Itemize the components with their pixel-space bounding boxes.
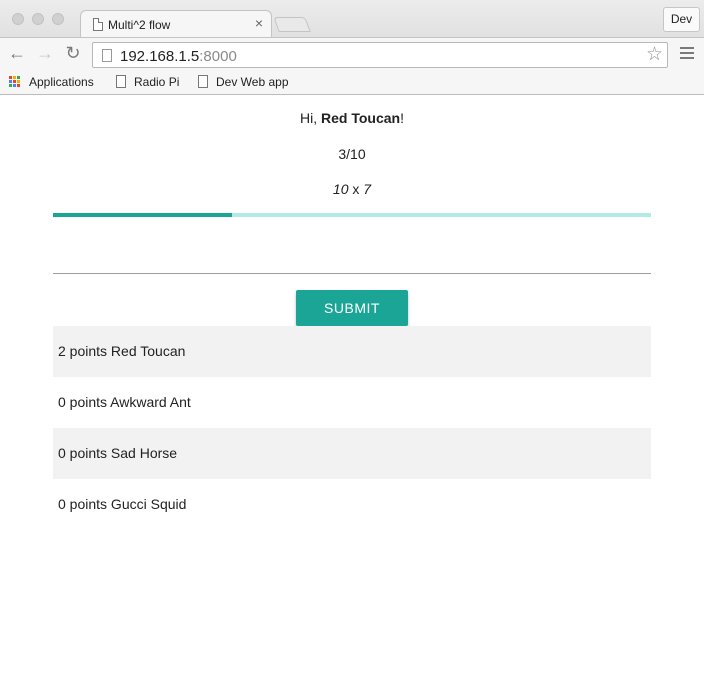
page-content: Hi, Red Toucan! 3/10 10 x 7 SUBMIT 2 poi… xyxy=(0,96,704,679)
bookmark-label: Radio Pi xyxy=(134,75,180,89)
apps-grid-icon xyxy=(9,76,21,88)
submit-button[interactable]: SUBMIT xyxy=(296,290,408,326)
progress-bar xyxy=(53,213,651,217)
minimize-window-button[interactable] xyxy=(32,13,44,25)
greeting-suffix: ! xyxy=(400,110,404,126)
bookmark-label: Dev Web app xyxy=(216,75,289,89)
question-counter: 3/10 xyxy=(338,146,366,162)
page-icon xyxy=(198,75,208,88)
bookmark-star-icon[interactable]: ☆ xyxy=(646,44,663,66)
scoreboard-row: 0 points Gucci Squid xyxy=(58,496,187,512)
url-host: 192.168.1.5 xyxy=(120,48,200,65)
tab-title: Multi^2 flow xyxy=(108,18,171,32)
reload-icon[interactable]: ↻ xyxy=(63,43,83,63)
new-tab-button[interactable] xyxy=(273,17,311,32)
bookmark-dev-web-app[interactable]: Dev Web app xyxy=(198,74,294,92)
url-port: :8000 xyxy=(199,48,237,65)
browser-tab-active[interactable]: Multi^2 flow × xyxy=(80,10,272,38)
profile-button[interactable]: Dev xyxy=(663,7,700,32)
browser-titlebar: Multi^2 flow × Dev xyxy=(0,0,704,38)
multiplication-question: 10 x 7 xyxy=(0,181,704,197)
bookmark-radio-pi[interactable]: Radio Pi xyxy=(116,74,186,92)
close-window-button[interactable] xyxy=(12,13,24,25)
greeting-prefix: Hi, xyxy=(300,110,322,126)
hamburger-menu-icon[interactable] xyxy=(680,47,694,59)
greeting: Hi, Red Toucan! xyxy=(0,110,704,126)
back-arrow-icon[interactable]: ← xyxy=(7,43,27,63)
operand-b: 7 xyxy=(363,181,372,197)
url-text: 192.168.1.5:8000 xyxy=(120,48,237,65)
scoreboard-row: 0 points Sad Horse xyxy=(53,428,651,479)
operator: x xyxy=(348,181,364,197)
player-name: Red Toucan xyxy=(321,110,401,126)
operand-a: 10 xyxy=(332,181,349,197)
answer-input[interactable] xyxy=(53,239,651,274)
browser-toolbar: ← → ↻ 192.168.1.5:8000 ☆ xyxy=(0,37,704,70)
progress-bar-fill xyxy=(53,213,233,217)
scoreboard-row: 2 points Red Toucan xyxy=(53,326,651,377)
tab-close-icon[interactable]: × xyxy=(255,16,263,30)
scoreboard: 2 points Red Toucan 0 points Awkward Ant 0… xyxy=(53,326,651,530)
bookmark-applications[interactable]: Applications xyxy=(9,74,101,92)
address-bar[interactable]: 192.168.1.5:8000 ☆ xyxy=(92,42,668,68)
forward-arrow-icon[interactable]: → xyxy=(35,43,55,63)
page-icon xyxy=(93,18,103,31)
page-icon xyxy=(116,75,126,88)
maximize-window-button[interactable] xyxy=(52,13,64,25)
page-icon xyxy=(102,49,112,62)
bookmark-label: Applications xyxy=(29,75,94,89)
bookmarks-bar: Applications Radio Pi Dev Web app xyxy=(0,70,704,95)
scoreboard-row: 0 points Awkward Ant xyxy=(58,394,191,410)
